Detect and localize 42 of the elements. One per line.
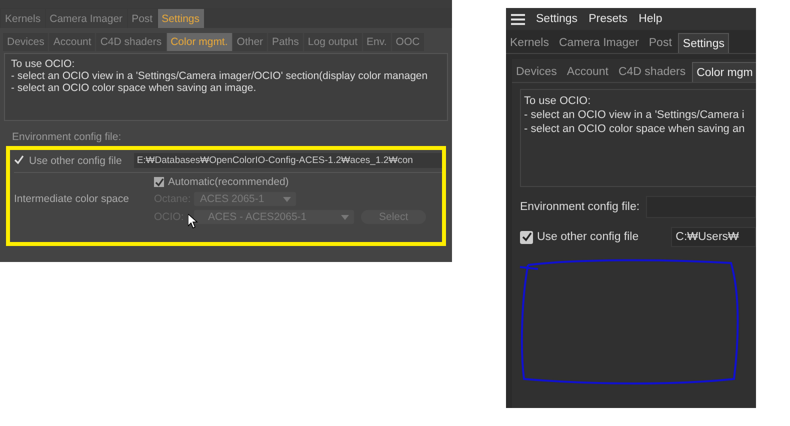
tab[interactable]: Camera Imager [555, 33, 643, 53]
tab[interactable]: Env. [362, 33, 391, 51]
info-line: - select an OCIO view in a 'Settings/Camera imager/OCIO' section(display color managen [11, 70, 429, 82]
tab[interactable]: Account [49, 33, 96, 51]
info-line: To use OCIO: [11, 58, 76, 70]
info-line: - select an OCIO view in a 'Settings/Camera i [524, 108, 746, 122]
info-line: - select an OCIO color space when saving an image. [11, 82, 258, 94]
path-field[interactable]: E:₩Databases₩OpenColorIO-Config-ACES-1.2₩aces_1.2₩con [134, 153, 442, 168]
tab[interactable]: C4D shaders [614, 62, 690, 82]
tab[interactable]: Devices [512, 62, 561, 82]
checkbox[interactable] [154, 177, 164, 187]
tab[interactable]: Devices [3, 33, 48, 51]
caret-icon [283, 197, 291, 202]
menu-item[interactable]: Presets [588, 13, 628, 25]
menu-icon[interactable] [511, 14, 525, 24]
field-label: Intermediate color space [14, 192, 130, 204]
checkbox-label: Use other config file [29, 154, 122, 166]
tab[interactable]: Account [562, 62, 612, 82]
checkbox-label: Use other config file [537, 231, 639, 243]
menu-item[interactable]: Settings [536, 13, 578, 25]
caret-icon [341, 215, 349, 220]
tab[interactable]: Paths [268, 33, 303, 51]
tab[interactable]: Color mgmt. [166, 33, 232, 51]
info-line: - select an OCIO color space when saving an [524, 122, 746, 136]
path-field[interactable]: C:₩Users₩ [670, 227, 756, 247]
path-field[interactable] [646, 196, 756, 218]
tab[interactable]: OOC [392, 33, 424, 51]
mouse-cursor-icon [188, 214, 198, 229]
field-label: Environment config file: [520, 201, 640, 213]
tab[interactable]: C4D shaders [96, 33, 166, 51]
tab[interactable]: Settings [678, 33, 730, 53]
tab[interactable]: Color mgm [692, 62, 756, 82]
tab[interactable]: Settings [158, 9, 204, 28]
checkbox-label: Automatic(recommended) [168, 176, 289, 188]
menu-item[interactable]: Help [638, 13, 662, 25]
info-line: To use OCIO: [524, 94, 592, 108]
field-label: Environment config file: [12, 131, 122, 143]
tab[interactable]: Post [644, 33, 676, 53]
tab[interactable]: Kernels [506, 33, 553, 53]
tab[interactable]: Log output [304, 33, 362, 51]
checkbox[interactable] [520, 230, 533, 244]
tab[interactable]: Other [232, 33, 268, 51]
